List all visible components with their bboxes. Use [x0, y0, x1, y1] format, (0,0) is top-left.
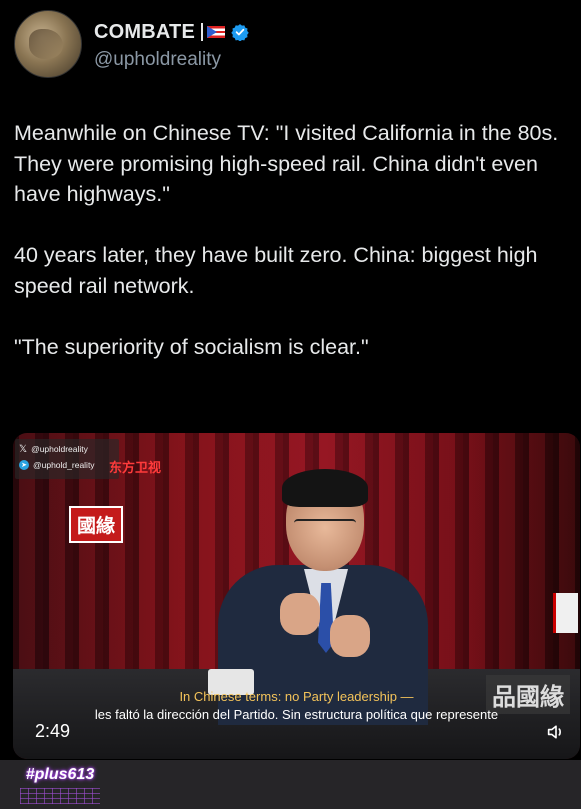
author-handle[interactable]: @upholdreality	[94, 49, 249, 71]
display-name-row[interactable]: COMBATE	[94, 17, 249, 47]
show-title-tag: 國緣	[69, 506, 124, 543]
telegram-icon: ➤	[19, 460, 29, 470]
tweet-paragraph: 40 years later, they have built zero. Ch…	[14, 243, 538, 298]
footer-bar: #plus613	[0, 760, 581, 809]
subtitle-spanish: les faltó la dirección del Partido. Sin …	[94, 707, 499, 722]
video-player[interactable]: 𝕏 @upholdreality ➤ @uphold_reality 东方卫视 國緣…	[13, 433, 580, 759]
avatar[interactable]	[14, 10, 82, 78]
x-logo-icon: 𝕏	[19, 443, 28, 455]
social-watermark: 𝕏 @upholdreality ➤ @uphold_reality	[15, 439, 119, 479]
tweet-header: COMBATE @upholdreality	[14, 10, 249, 78]
brand-logo: #plus613	[14, 760, 106, 809]
channel-logo: 东方卫视	[109, 461, 162, 476]
display-name[interactable]: COMBATE	[94, 21, 195, 44]
tweet-text: Meanwhile on Chinese TV: "I visited Cali…	[14, 118, 574, 393]
video-duration: 2:49	[35, 721, 71, 741]
subtitle-english: In Chinese terms: no Party leadership —	[179, 689, 414, 704]
tweet-paragraph: Meanwhile on Chinese TV: "I visited Cali…	[14, 121, 559, 206]
brand-grid-graphic	[20, 788, 100, 804]
name-separator	[201, 23, 204, 41]
watermark-x-handle: @upholdreality	[31, 444, 88, 454]
verified-badge-icon	[231, 24, 249, 41]
watermark-telegram-handle: @uphold_reality	[33, 460, 95, 470]
speaker-icon[interactable]	[546, 723, 566, 741]
guest-card	[553, 593, 578, 633]
brand-text: #plus613	[25, 766, 95, 783]
author-names: COMBATE @upholdreality	[94, 17, 249, 71]
tweet-paragraph: "The superiority of socialism is clear."	[14, 334, 369, 359]
puerto-rico-flag-icon	[207, 26, 226, 38]
